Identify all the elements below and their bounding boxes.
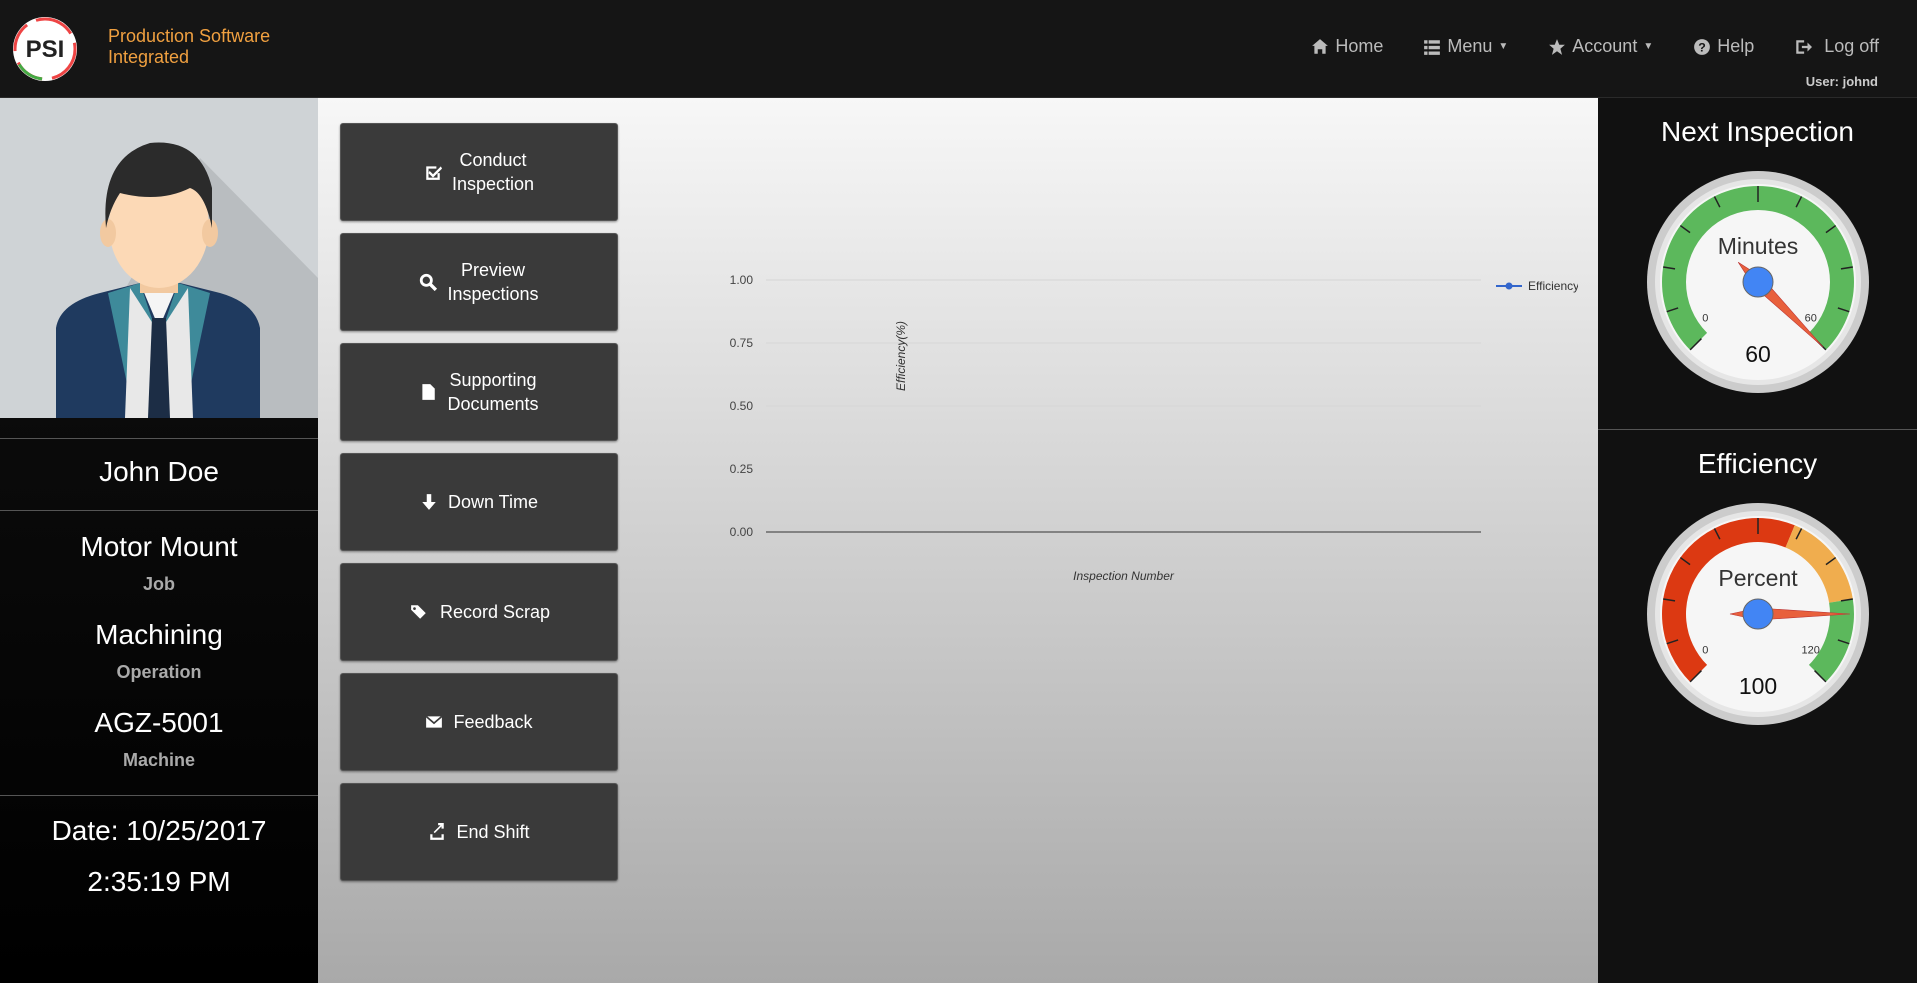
machine-value: AGZ-5001 [94,707,224,738]
end-shift-button[interactable]: End Shift [340,783,618,881]
arrow-down-icon [422,494,436,510]
efficiency-gauge: 0 120 Percent 100 [1647,503,1869,725]
document-icon [422,384,436,400]
logo-text: PSI [26,36,65,63]
user-label: User: johnd [1805,74,1878,89]
divider [0,795,318,796]
envelope-icon [426,715,443,728]
nav-home-label: Home [1335,36,1384,56]
feedback-button[interactable]: Feedback [340,673,618,771]
divider [0,438,318,439]
job-value: Motor Mount [80,531,238,562]
search-icon [420,273,438,291]
main-area: Conduct Inspection Preview Inspections Sup… [318,98,1598,983]
y-tick-label: 0.75 [730,336,754,350]
y-tick-label: 1.00 [730,273,754,287]
gauge-value-label: 60 [1745,341,1771,367]
nav-home[interactable]: Home [1311,36,1383,57]
button-label: Conduct Inspection [451,150,535,194]
y-axis-label: Efficiency(%) [894,321,908,391]
button-label: Preview Inspections [447,260,539,304]
button-label: Record Scrap [439,602,551,622]
nav-account-label: Account [1572,36,1638,56]
next-inspection-gauge: 0 60 Minutes 60 [1647,171,1869,393]
shift-time: 2:35:19 PM [87,866,231,897]
button-label: Feedback [453,712,533,732]
button-label: End Shift [456,822,530,842]
psi-logo[interactable]: PSI [12,16,78,82]
tags-icon [411,605,426,619]
nav-account[interactable]: Account ▼ [1548,36,1653,57]
gauge-value-label: 100 [1739,673,1777,699]
avatar [0,98,318,418]
conduct-inspection-button[interactable]: Conduct Inspection [340,123,618,221]
question-circle-icon: ? [1694,38,1711,55]
button-label: Down Time [447,492,539,512]
operation-value: Machining [95,619,223,650]
supporting-documents-button[interactable]: Supporting Documents [340,343,618,441]
y-tick-label: 0.25 [730,462,754,476]
machine-label: Machine [122,750,196,770]
gauge-hub [1742,266,1774,298]
efficiency-chart: 1.00 0.75 0.50 0.25 0.00 Efficiency(%) Inspect… [730,273,1578,583]
job-label: Job [142,574,175,594]
brand-line-2: Integrated [108,47,190,67]
operation-label: Operation [116,662,202,682]
list-icon [1424,39,1441,55]
gauge-min-label: 0 [1702,645,1708,657]
home-icon [1312,38,1329,54]
gauge-min-label: 0 [1702,313,1708,325]
y-tick-label: 0.50 [730,399,754,413]
next-inspection-title: Next Inspection [1661,116,1854,147]
divider [1598,429,1917,430]
nav-help[interactable]: ? Help [1693,36,1754,57]
nav-menu-label: Menu [1447,36,1493,56]
svg-text:?: ? [1698,40,1706,54]
gauge-max-label: 60 [1805,313,1817,325]
shift-date: Date: 10/25/2017 [51,815,267,846]
record-scrap-button[interactable]: Record Scrap [340,563,618,661]
star-icon [1549,38,1566,55]
brand-name[interactable]: Production Software Integrated [108,26,270,68]
gauge-unit-label: Percent [1718,565,1798,591]
avatar-illustration [56,142,318,418]
x-axis-label: Inspection Number [1073,569,1175,583]
preview-inspections-button[interactable]: Preview Inspections [340,233,618,331]
caret-down-icon: ▼ [1498,41,1509,52]
gauge-max-label: 120 [1802,645,1820,657]
button-label: Supporting Documents [447,370,539,414]
efficiency-title: Efficiency [1697,448,1818,479]
nav-logoff[interactable]: Log off [1794,36,1879,57]
gauge-unit-label: Minutes [1718,233,1799,259]
gauges-panel: Next Inspection 0 60 Minutes 60 Efficiency … [1598,98,1917,983]
caret-down-icon: ▼ [1643,41,1654,52]
gauge-hub [1742,598,1774,630]
nav-menu[interactable]: Menu ▼ [1423,36,1508,57]
nav-logoff-label: Log off [1824,36,1879,56]
nav-links: Home Menu ▼ Account ▼ ? Help Log off [1271,36,1879,57]
divider [0,510,318,511]
export-icon [430,823,445,840]
logout-icon [1796,39,1813,54]
y-tick-label: 0.00 [730,525,754,539]
brand-line-1: Production Software [108,26,271,46]
legend-label: Efficiency [1528,279,1578,293]
down-time-button[interactable]: Down Time [340,453,618,551]
check-square-icon [426,166,442,180]
profile-panel: John Doe Motor Mount Job Machining Opera… [0,98,318,983]
legend-marker [1505,282,1513,290]
operator-name: John Doe [99,456,219,487]
top-navbar: PSI Production Software Integrated Home … [0,0,1917,98]
nav-help-label: Help [1717,36,1755,56]
